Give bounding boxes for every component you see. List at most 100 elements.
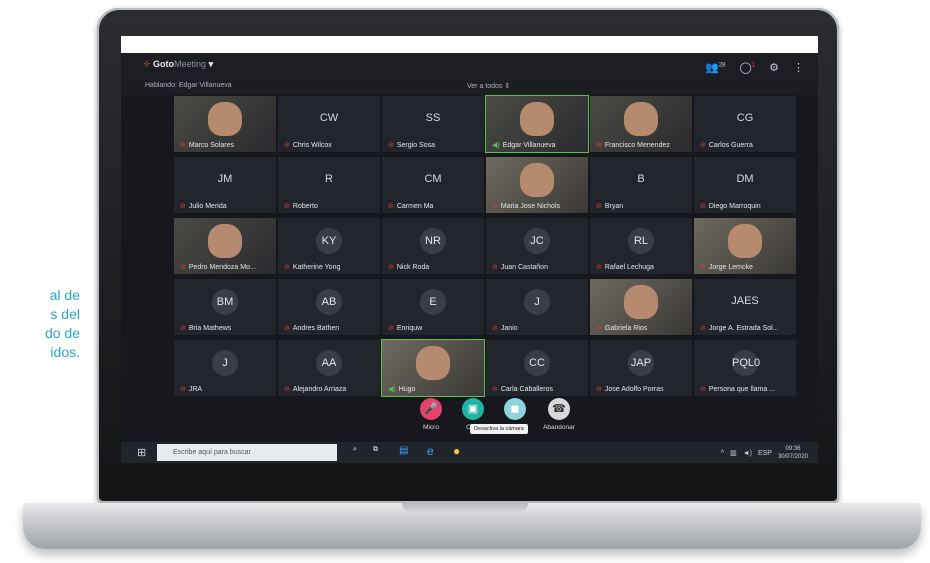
participant-name: Jorge Lemcke: [708, 264, 753, 271]
mic-control[interactable]: 🎤 Micro: [411, 398, 451, 431]
screen-share-icon[interactable]: ▣: [462, 398, 484, 420]
participant-tile[interactable]: KY ⊘ Katherine Yong: [277, 217, 381, 275]
side-caption-line: idos.: [50, 344, 80, 360]
participant-name: Alejandro Arriaza: [292, 386, 347, 393]
logo-prefix: Goto: [153, 59, 175, 69]
participant-name: Francisco Menendez: [604, 142, 670, 149]
participant-avatar: AA: [316, 350, 342, 376]
participant-tile[interactable]: B ⊘ Bryan: [589, 156, 693, 214]
more-icon[interactable]: ⋮: [793, 61, 804, 74]
camera-off-control[interactable]: ◼: [495, 398, 535, 424]
participant-tile[interactable]: CM ⊘ Carmen Ma: [381, 156, 485, 214]
participant-name-row: ⊘ Nick Roda: [382, 263, 484, 271]
participant-tile[interactable]: PQL0 ⊘ Persona que llama ...: [693, 339, 797, 397]
hangup-icon[interactable]: ☎: [548, 398, 570, 420]
mic-muted-icon: ⊘: [388, 264, 394, 271]
camera-icon[interactable]: ◼: [504, 398, 526, 420]
participant-tile[interactable]: J ⊘ JRA: [173, 339, 277, 397]
participant-tile[interactable]: AA ⊘ Alejandro Arriaza: [277, 339, 381, 397]
participant-tile[interactable]: ⊘ Francisco Menendez: [589, 95, 693, 153]
participant-name: Jose Adolfo Porras: [604, 386, 664, 393]
participant-video: [624, 102, 658, 136]
participant-tile[interactable]: SS ⊘ Sergio Sosa: [381, 95, 485, 153]
chevron-up-icon[interactable]: ^: [721, 450, 724, 457]
language-indicator[interactable]: ESP: [758, 450, 772, 457]
laptop-screen: ⁘ GotoMeeting ▾ Hablando: Edgar Villanue…: [121, 36, 818, 463]
network-icon[interactable]: ▥: [730, 449, 737, 457]
participant-tile[interactable]: JC ⊘ Juan Castañon: [485, 217, 589, 275]
mic-muted-icon: ⊘: [284, 203, 290, 210]
participant-name: Chris Wilcox: [292, 142, 332, 149]
volume-icon[interactable]: ◄): [743, 450, 752, 457]
participant-tile[interactable]: J ⊘ Janio: [485, 278, 589, 336]
participant-tile[interactable]: JM ⊘ Julio Merida: [173, 156, 277, 214]
chrome-icon[interactable]: ●: [453, 444, 460, 458]
side-caption-line: do de: [44, 325, 80, 341]
participant-avatar: RL: [628, 228, 654, 254]
participant-name-row: ⊘ Persona que llama ...: [694, 385, 796, 393]
participant-tile[interactable]: ⊘ Marco Solares: [173, 95, 277, 153]
participant-name: Edgar Villanueva: [502, 142, 556, 149]
participant-tile[interactable]: E ⊘ Enriquw: [381, 278, 485, 336]
participant-name: Persona que llama ...: [708, 386, 776, 393]
participant-name: Gabriela Rios: [604, 325, 648, 332]
participant-tile[interactable]: R ⊘ Roberto: [277, 156, 381, 214]
system-tray: ^ ▥ ◄) ESP 09:36 30/07/2020: [721, 445, 808, 461]
participant-tile[interactable]: ⊘ Jorge Lemcke: [693, 217, 797, 275]
participant-name: Bria Mathews: [188, 325, 232, 332]
windows-start-icon[interactable]: ⊞: [137, 446, 149, 459]
participant-tile[interactable]: ⊘ Gabriela Rios: [589, 278, 693, 336]
participant-tile[interactable]: AB ⊘ Andres Bathen: [277, 278, 381, 336]
participant-name-row: ⊘ Marco Solares: [174, 141, 276, 149]
participant-tile[interactable]: NR ⊘ Nick Roda: [381, 217, 485, 275]
mic-off-icon[interactable]: 🎤: [420, 398, 442, 420]
clock-date: 30/07/2020: [777, 454, 808, 460]
clock-time: 09:36: [785, 446, 801, 452]
participant-name-row: ⊘ Jorge A. Estrada Sol...: [694, 324, 796, 332]
participant-tile[interactable]: CG ⊘ Carlos Guerra: [693, 95, 797, 153]
participant-video: [208, 102, 242, 136]
view-all-selector[interactable]: Ver a todos ⇕: [467, 82, 510, 90]
task-view-icon[interactable]: ⧉: [373, 446, 378, 454]
app-logo[interactable]: ⁘ GotoMeeting ▾: [143, 59, 213, 70]
participant-tile[interactable]: ⊘ Maria Jose Nichols: [485, 156, 589, 214]
participant-tile[interactable]: ⊘ Pedro Mendoza Mo...: [173, 217, 277, 275]
meeting-controls: 🎤 Micro ▣ Cám ◼ ☎ Abandonar: [411, 398, 581, 446]
participant-name-row: ◀) Edgar Villanueva: [486, 141, 588, 149]
side-caption: al de s del do de idos.: [0, 286, 80, 362]
participant-initials: CW: [319, 112, 339, 124]
participant-tile[interactable]: ◀) Edgar Villanueva: [485, 95, 589, 153]
participant-tile[interactable]: BM ⊘ Bria Mathews: [173, 278, 277, 336]
participants-button[interactable]: 👥28: [705, 61, 725, 74]
participant-count: 28: [718, 62, 726, 69]
participant-initials: CM: [424, 173, 442, 185]
participant-tile[interactable]: ◀) Hugo: [381, 339, 485, 397]
participant-tile[interactable]: JAP ⊘ Jose Adolfo Porras: [589, 339, 693, 397]
updown-icon: ⇕: [504, 83, 511, 90]
search-icon[interactable]: ⌕: [353, 446, 357, 454]
participant-name: Roberto: [292, 203, 318, 210]
participant-name-row: ⊘ Julio Merida: [174, 202, 276, 210]
participant-name-row: ⊘ Andres Bathen: [278, 324, 380, 332]
participant-name: Maria Jose Nichols: [500, 203, 561, 210]
participant-name-row: ⊘ Gabriela Rios: [590, 324, 692, 332]
edge-icon[interactable]: e: [427, 444, 434, 458]
taskbar-search-input[interactable]: Escribe aquí para buscar: [157, 444, 337, 461]
participant-tile[interactable]: RL ⊘ Rafael Lechuga: [589, 217, 693, 275]
participant-tile[interactable]: CW ⊘ Chris Wilcox: [277, 95, 381, 153]
participant-name: Nick Roda: [396, 264, 430, 271]
mic-muted-icon: ⊘: [596, 264, 602, 271]
logo-mark-icon: ⁘: [143, 59, 154, 69]
participant-tile[interactable]: JAES ⊘ Jorge A. Estrada Sol...: [693, 278, 797, 336]
leave-control[interactable]: ☎ Abandonar: [537, 398, 581, 431]
chat-button[interactable]: ◯1: [739, 61, 755, 74]
participant-tile[interactable]: DM ⊘ Diego Marroquin: [693, 156, 797, 214]
participant-tile[interactable]: CC ⊘ Carla Caballeros: [485, 339, 589, 397]
mic-muted-icon: ⊘: [388, 142, 394, 149]
mic-muted-icon: ⊘: [284, 386, 290, 393]
participant-name: Janio: [500, 325, 518, 332]
gear-icon[interactable]: ⚙: [769, 61, 779, 74]
store-icon[interactable]: ▤: [399, 445, 408, 456]
clock[interactable]: 09:36 30/07/2020: [778, 445, 808, 461]
participant-video: [208, 224, 242, 258]
